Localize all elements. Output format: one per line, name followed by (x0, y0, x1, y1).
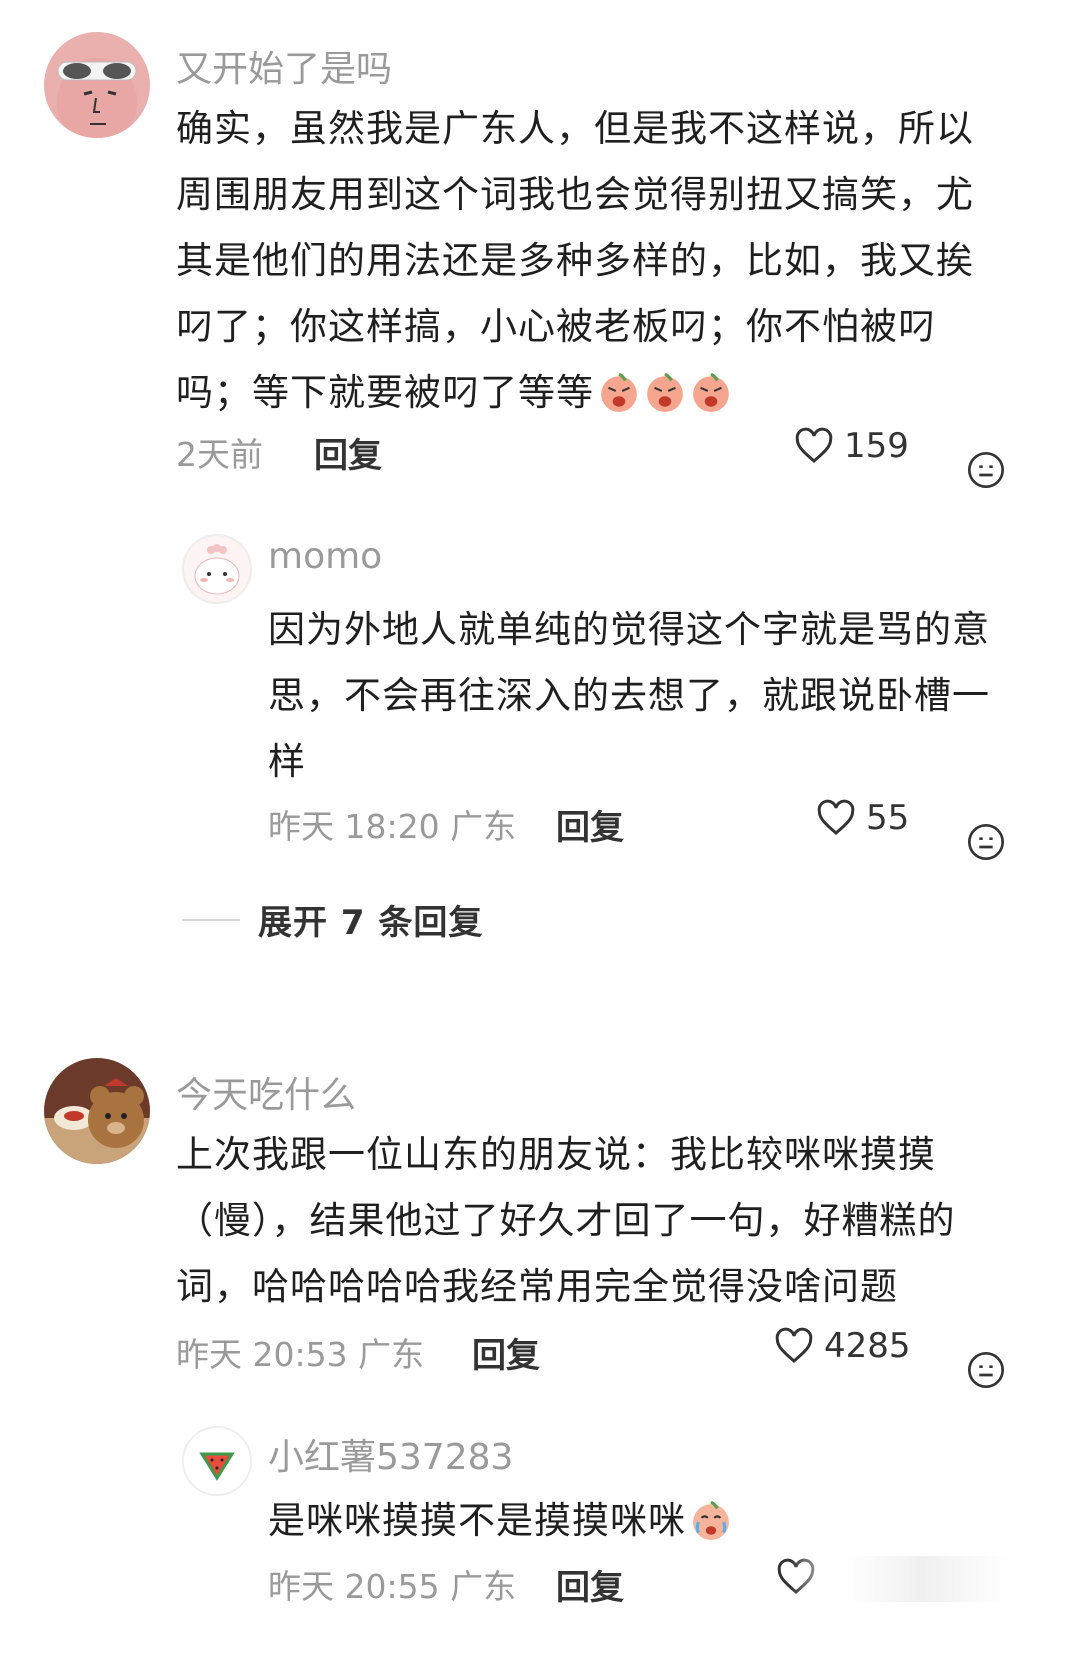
comment-time: 2天前 (176, 435, 263, 474)
watermark-overlay (790, 1556, 1010, 1602)
reply-button[interactable]: 回复 (556, 1560, 624, 1609)
crying-emoji-icon (693, 1500, 729, 1540)
sticker-reaction-icon[interactable] (966, 822, 1006, 862)
comment-username[interactable]: 今天吃什么 (176, 1066, 356, 1118)
comment-text: 上次我跟一位山东的朋友说：我比较咪咪摸摸（慢），结果他过了好久才回了一句，好糟糕… (176, 1133, 956, 1308)
reply-text: 因为外地人就单纯的觉得这个字就是骂的意思，不会再往深入的去想了，就跟说卧槽一样 (268, 608, 990, 783)
like-button[interactable]: 55 (816, 798, 909, 838)
like-count: 4285 (824, 1326, 911, 1366)
reply-username[interactable]: momo (268, 536, 382, 577)
heart-icon (795, 427, 833, 463)
avatar[interactable] (44, 32, 150, 138)
divider-line (182, 918, 240, 921)
sticker-reaction-icon[interactable] (966, 1350, 1006, 1390)
avatar[interactable] (182, 1426, 252, 1496)
reply-button[interactable]: 回复 (556, 800, 624, 849)
like-button[interactable]: 4285 (774, 1326, 911, 1366)
reply-text-content: 是咪咪摸摸不是摸摸咪咪 (268, 1499, 686, 1542)
comment-text: 确实，虽然我是广东人，但是我不这样说，所以周围朋友用到这个词我也会觉得别扭又搞笑… (176, 96, 976, 426)
like-count: 159 (844, 426, 909, 466)
crying-emoji-icon (647, 372, 683, 412)
reply-button[interactable]: 回复 (472, 1328, 540, 1377)
sticker-reaction-icon[interactable] (966, 450, 1006, 490)
reply-username[interactable]: 小红薯537283 (268, 1428, 513, 1480)
crying-emoji-icon (693, 372, 729, 412)
like-button[interactable]: 159 (794, 426, 909, 466)
reply-text: 是咪咪摸摸不是摸摸咪咪 (268, 1488, 1008, 1554)
reply-button[interactable]: 回复 (314, 428, 382, 477)
comment-text-content: 确实，虽然我是广东人，但是我不这样说，所以周围朋友用到这个词我也会觉得别扭又搞笑… (176, 107, 974, 414)
heart-icon (775, 1327, 813, 1363)
reply-time: 昨天 18:20 广东 (268, 807, 517, 846)
reply-time: 昨天 20:55 广东 (268, 1567, 517, 1606)
avatar[interactable] (182, 534, 252, 604)
avatar[interactable] (44, 1058, 150, 1164)
like-count: 55 (866, 798, 910, 838)
comment-username[interactable]: 又开始了是吗 (176, 40, 392, 92)
comment-time: 昨天 20:53 广东 (176, 1335, 425, 1374)
heart-icon (817, 799, 855, 835)
expand-replies-label: 展开 7 条回复 (258, 903, 484, 943)
crying-emoji-icon (601, 372, 637, 412)
expand-replies-button[interactable]: 展开 7 条回复 (182, 895, 483, 944)
